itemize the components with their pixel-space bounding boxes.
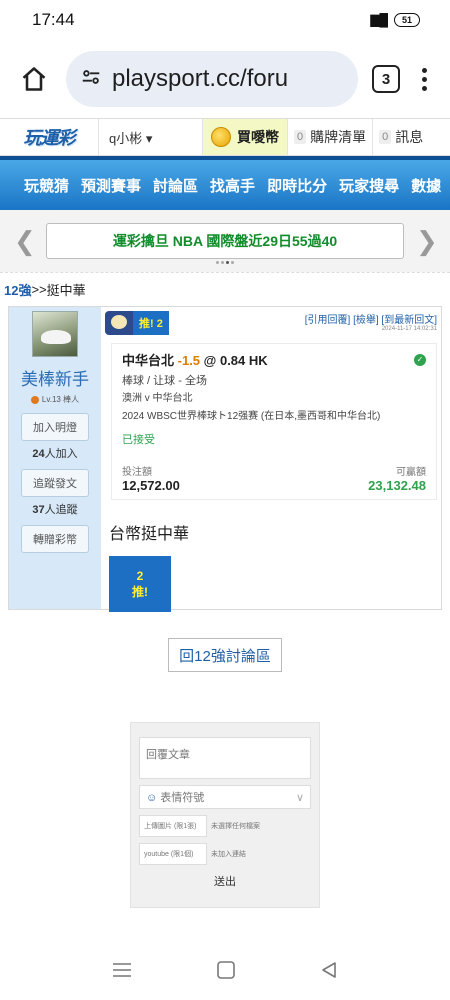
image-upload-status: 未選擇任何檔案: [211, 823, 260, 830]
author-panel: 美棒新手 Lv.13 棒人 加入明燈 24人加入 追蹤發文 37人追蹤 轉贈彩幣: [9, 307, 101, 609]
buy-coin-button[interactable]: 買噯幣: [202, 119, 287, 155]
bet-amounts: 投注額 12,572.00 可贏額 23,132.48: [122, 463, 426, 493]
mascot-icon: [105, 311, 133, 335]
image-upload-button[interactable]: 上傳圖片 (限1張): [139, 815, 207, 837]
bet-pick-card: 中华台北 -1.5 @ 0.84 HK ✓ 棒球 / 让球 - 全场 澳洲 v …: [111, 343, 437, 500]
status-bar: 17:44 ▇█ 51: [0, 0, 450, 40]
buy-coin-label: 買噯幣: [237, 129, 279, 145]
clock: 17:44: [32, 10, 75, 29]
chevron-down-icon: ∨: [295, 791, 304, 804]
smile-icon: ☺: [146, 792, 158, 804]
site-logo[interactable]: 玩運彩: [0, 119, 98, 155]
image-upload-row: 上傳圖片 (限1張) 未選擇任何檔案: [139, 815, 311, 837]
user-dropdown[interactable]: q小彬 ▾: [98, 119, 202, 155]
gift-coins-button[interactable]: 轉贈彩幣: [21, 525, 89, 553]
push-image-count: 2: [136, 568, 144, 583]
recent-apps-icon[interactable]: [111, 961, 133, 979]
signal-icon: ▇█: [370, 13, 388, 27]
level-icon: [30, 395, 39, 404]
reply-form: 回覆文章 ☺ 表情符號 ∨ 上傳圖片 (限1張) 未選擇任何檔案 youtube…: [130, 722, 320, 908]
win-block: 可贏額 23,132.48: [368, 467, 426, 493]
stake-block: 投注額 12,572.00: [122, 467, 180, 493]
emoji-select[interactable]: ☺ 表情符號 ∨: [139, 785, 311, 809]
messages-label: 訊息: [395, 129, 424, 145]
follow-count: 24人加入: [32, 448, 78, 460]
breadcrumb-forum-link[interactable]: 12強: [4, 280, 31, 299]
battery-icon: 51: [394, 13, 420, 27]
follow-button[interactable]: 加入明燈: [21, 413, 89, 441]
author-level: Lv.13 棒人: [30, 394, 79, 405]
breadcrumb: 12強 >> 挺中華: [0, 272, 450, 306]
cart-label: 購牌清單: [310, 129, 367, 145]
youtube-row: youtube (限1個) 未加入連結: [139, 843, 311, 865]
track-posts-button[interactable]: 追蹤發文: [21, 469, 89, 497]
url-text: playsport.cc/foru: [112, 65, 289, 92]
nav-item-player-search[interactable]: 玩家搜尋: [339, 175, 399, 196]
cart-link[interactable]: 0 購牌清單: [287, 119, 372, 155]
pick-match: 澳洲 v 中华台北: [122, 393, 193, 404]
coin-icon: [211, 127, 231, 147]
messages-link[interactable]: 0 訊息: [372, 119, 429, 155]
address-bar[interactable]: playsport.cc/foru: [66, 51, 358, 107]
post-timestamp: 2024-11-17 14:02:31: [381, 326, 437, 332]
pick-line: 中华台北 -1.5 @ 0.84 HK ✓: [122, 350, 426, 369]
nav-item-experts[interactable]: 找高手: [210, 175, 255, 196]
chevron-left-icon[interactable]: ❮: [14, 226, 36, 257]
breadcrumb-separator: >>: [31, 282, 47, 297]
home-nav-icon[interactable]: [216, 960, 236, 980]
post-content: 推! 2 [引用回覆] [檢舉] [到最新回文] 2024-11-17 14:0…: [101, 307, 441, 612]
youtube-status: 未加入連結: [211, 851, 246, 858]
site-header: 玩運彩 q小彬 ▾ 買噯幣 0 購牌清單 0 訊息: [0, 118, 450, 156]
nav-item-live-score[interactable]: 即時比分: [267, 175, 327, 196]
more-menu-icon[interactable]: [414, 67, 434, 91]
push-image-label: 推!: [132, 584, 148, 599]
pick-event: 2024 WBSC世界棒球ト12强赛 (在日本,墨西哥和中华台北): [122, 411, 381, 422]
youtube-input[interactable]: youtube (限1個): [139, 843, 207, 865]
main-nav: 玩競猜 預測賽事 討論區 找高手 即時比分 玩家搜尋 數據: [0, 156, 450, 210]
nav-item-stats[interactable]: 數據: [411, 175, 441, 196]
system-nav-bar: [0, 950, 450, 990]
tab-switcher-button[interactable]: 3: [372, 65, 400, 93]
author-name[interactable]: 美棒新手: [21, 365, 89, 390]
post-title: 台幣挺中華: [109, 526, 190, 543]
browser-toolbar: playsport.cc/foru 3: [0, 40, 450, 118]
forum-post: 美棒新手 Lv.13 棒人 加入明燈 24人加入 追蹤發文 37人追蹤 轉贈彩幣…: [8, 306, 442, 612]
nav-item-forum[interactable]: 討論區: [153, 175, 198, 196]
stake-value: 12,572.00: [122, 478, 180, 493]
home-icon[interactable]: [16, 61, 52, 97]
check-icon: ✓: [414, 353, 426, 366]
status-badge: 已接受: [122, 434, 155, 446]
back-icon[interactable]: [319, 960, 339, 980]
post-actions[interactable]: [引用回覆] [檢舉] [到最新回文] 2024-11-17 14:02:31: [305, 311, 437, 332]
push-count: 推! 2: [133, 311, 169, 335]
track-count: 37人追蹤: [32, 504, 78, 516]
site-settings-icon[interactable]: [80, 66, 102, 93]
avatar[interactable]: [32, 311, 78, 357]
cart-count: 0: [294, 130, 307, 144]
nav-item-guess[interactable]: 玩競猜: [24, 175, 69, 196]
submit-button[interactable]: 送出: [139, 873, 311, 889]
chevron-right-icon[interactable]: ❯: [416, 226, 438, 257]
win-value: 23,132.48: [368, 478, 426, 493]
breadcrumb-topic: 挺中華: [46, 283, 86, 298]
ticker-message[interactable]: 運彩擒旦 NBA 國際盤近29日55過40: [46, 223, 404, 259]
messages-count: 0: [379, 130, 392, 144]
push-image: 2 推!: [109, 556, 171, 612]
pick-market: 棒球 / 让球 - 全场: [122, 375, 207, 387]
reply-textarea[interactable]: 回覆文章: [139, 737, 311, 779]
announcement-ticker: ❮ 運彩擒旦 NBA 國際盤近29日55過40 ❯: [0, 210, 450, 272]
back-to-forum-button[interactable]: 回12強討論區: [168, 638, 282, 672]
carousel-dots: [216, 261, 234, 264]
status-icons: ▇█ 51: [370, 13, 420, 27]
nav-item-predict[interactable]: 預測賽事: [81, 175, 141, 196]
